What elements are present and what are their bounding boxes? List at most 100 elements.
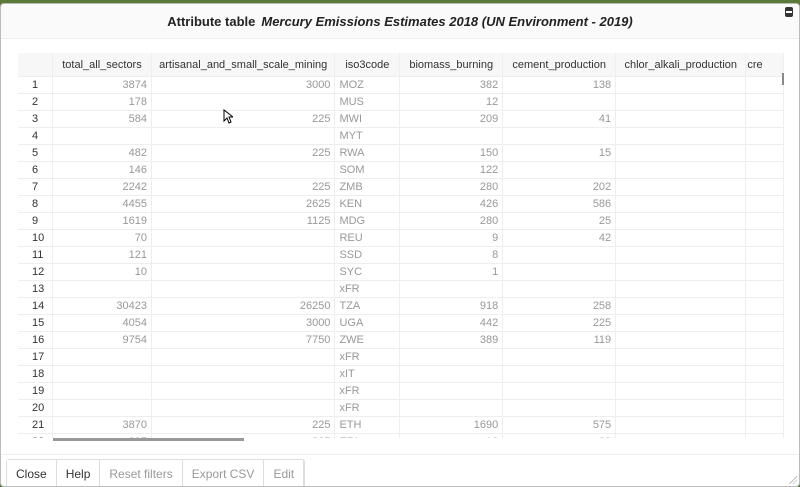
row-number[interactable]: 21 [18, 416, 54, 434]
table-cell[interactable] [745, 331, 784, 349]
table-row[interactable]: 6 146 SOM 122 [18, 161, 784, 179]
table-cell[interactable] [615, 178, 747, 196]
table-cell[interactable] [151, 127, 336, 145]
row-number[interactable]: 13 [18, 280, 54, 298]
table-cell[interactable]: 2242 [52, 178, 152, 196]
table-cell[interactable] [151, 399, 336, 417]
table-cell[interactable]: ZWE [334, 331, 401, 349]
table-cell[interactable] [745, 144, 784, 162]
table-cell[interactable]: xFR [334, 280, 401, 298]
table-cell[interactable] [52, 382, 152, 400]
row-number[interactable]: 2 [18, 93, 54, 111]
table-cell[interactable]: 442 [399, 314, 504, 332]
row-number[interactable]: 18 [18, 365, 54, 383]
table-row[interactable]: 18 xIT [18, 365, 784, 383]
table-cell[interactable]: 150 [399, 144, 504, 162]
table-cell[interactable]: 138 [502, 76, 617, 94]
table-cell[interactable] [399, 382, 504, 400]
table-cell[interactable] [151, 263, 336, 281]
table-row[interactable]: 7 2242 225 ZMB 280 202 [18, 178, 784, 196]
table-cell[interactable] [399, 127, 504, 145]
table-cell[interactable] [151, 93, 336, 111]
table-cell[interactable] [745, 297, 784, 315]
table-cell[interactable] [615, 212, 747, 230]
table-cell[interactable] [151, 382, 336, 400]
table-cell[interactable]: SYC [334, 263, 401, 281]
table-cell[interactable]: 3870 [52, 416, 152, 434]
table-cell[interactable] [745, 76, 784, 94]
table-cell[interactable] [615, 246, 747, 264]
table-cell[interactable]: 4054 [52, 314, 152, 332]
close-button[interactable]: Close [7, 460, 57, 486]
export-csv-button[interactable]: Export CSV [182, 460, 265, 486]
row-number[interactable]: 3 [18, 110, 54, 128]
table-cell[interactable] [615, 144, 747, 162]
table-cell[interactable]: MUS [334, 93, 401, 111]
table-cell[interactable]: 280 [399, 178, 504, 196]
table-cell[interactable] [52, 365, 152, 383]
table-cell[interactable]: TZA [334, 297, 401, 315]
table-cell[interactable] [151, 348, 336, 366]
table-cell[interactable] [745, 161, 784, 179]
column-header[interactable]: total_all_sectors [52, 53, 152, 77]
column-header[interactable] [18, 53, 54, 77]
table-cell[interactable]: 3000 [151, 76, 336, 94]
table-row[interactable]: 8 4455 2625 KEN 426 586 [18, 195, 784, 213]
table-cell[interactable]: KEN [334, 195, 401, 213]
table-cell[interactable]: 70 [52, 229, 152, 247]
table-cell[interactable]: 202 [502, 178, 617, 196]
table-cell[interactable] [502, 365, 617, 383]
table-cell[interactable] [399, 365, 504, 383]
table-cell[interactable] [502, 246, 617, 264]
table-cell[interactable] [151, 365, 336, 383]
row-number[interactable]: 16 [18, 331, 54, 349]
horizontal-scrollbar[interactable] [53, 438, 244, 441]
row-number[interactable]: 8 [18, 195, 54, 213]
row-number[interactable]: 12 [18, 263, 54, 281]
table-cell[interactable] [52, 399, 152, 417]
table-row[interactable]: 4 MYT [18, 127, 784, 145]
row-number[interactable]: 14 [18, 297, 54, 315]
table-cell[interactable] [52, 348, 152, 366]
table-cell[interactable] [745, 365, 784, 383]
table-cell[interactable] [745, 127, 784, 145]
table-cell[interactable]: RWA [334, 144, 401, 162]
table-cell[interactable] [745, 110, 784, 128]
title-bar[interactable]: Attribute table Mercury Emissions Estima… [1, 4, 799, 39]
row-number[interactable]: 11 [18, 246, 54, 264]
column-header[interactable]: iso3code [334, 53, 401, 77]
table-cell[interactable]: 178 [52, 93, 152, 111]
table-cell[interactable] [745, 280, 784, 298]
row-number[interactable]: 9 [18, 212, 54, 230]
table-cell[interactable]: 1 [399, 263, 504, 281]
table-cell[interactable] [745, 263, 784, 281]
row-number[interactable]: 15 [18, 314, 54, 332]
table-cell[interactable]: 7750 [151, 331, 336, 349]
table-row[interactable]: 13 xFR [18, 280, 784, 298]
row-number[interactable]: 4 [18, 127, 54, 145]
table-cell[interactable]: 1125 [151, 212, 336, 230]
table-cell[interactable]: 575 [502, 416, 617, 434]
table-cell[interactable] [615, 314, 747, 332]
table-cell[interactable]: 15 [502, 144, 617, 162]
table-cell[interactable]: 382 [399, 76, 504, 94]
row-number[interactable]: 19 [18, 382, 54, 400]
table-cell[interactable]: MOZ [334, 76, 401, 94]
table-cell[interactable] [745, 382, 784, 400]
table-cell[interactable]: 584 [52, 110, 152, 128]
table-cell[interactable] [151, 246, 336, 264]
minimize-icon[interactable] [785, 7, 793, 17]
table-row[interactable]: 16 9754 7750 ZWE 389 119 [18, 331, 784, 349]
table-cell[interactable]: 258 [502, 297, 617, 315]
table-cell[interactable]: REU [334, 229, 401, 247]
table-cell[interactable] [745, 348, 784, 366]
table-cell[interactable]: 1619 [52, 212, 152, 230]
table-cell[interactable] [615, 297, 747, 315]
table-cell[interactable] [151, 280, 336, 298]
table-cell[interactable]: 918 [399, 297, 504, 315]
table-cell[interactable] [745, 178, 784, 196]
table-cell[interactable] [502, 263, 617, 281]
table-cell[interactable]: 26250 [151, 297, 336, 315]
table-cell[interactable] [745, 195, 784, 213]
table-cell[interactable]: ETH [334, 416, 401, 434]
